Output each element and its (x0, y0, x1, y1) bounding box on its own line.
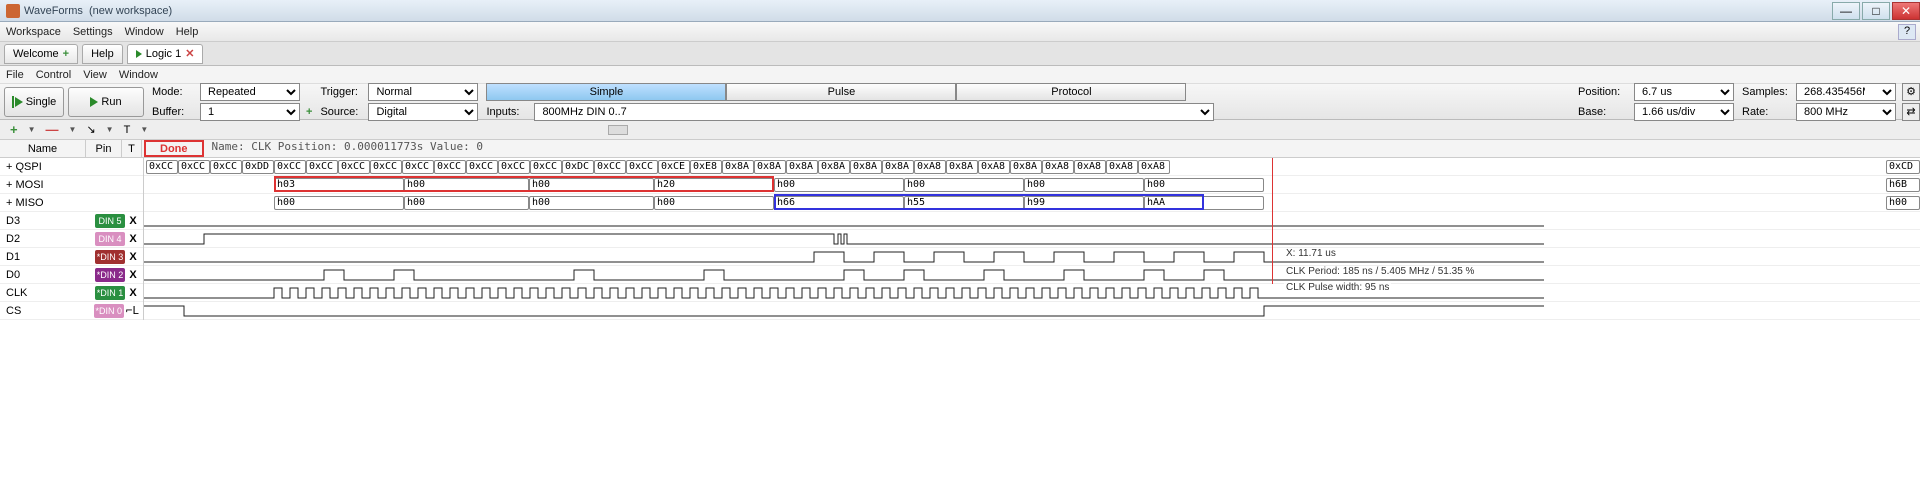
plus-icon: + (63, 48, 69, 60)
buffer-select[interactable]: 1 (200, 103, 300, 121)
menu-window[interactable]: Window (125, 26, 164, 38)
cursor-pulse-label: CLK Pulse width: 95 ns (1284, 282, 1391, 293)
base-label: Base: (1578, 106, 1630, 118)
samples-select[interactable]: 268.435456M (1796, 83, 1896, 101)
cursor-period-label: CLK Period: 185 ns / 5.405 MHz / 51.35 % (1284, 266, 1476, 277)
wave-d3 (144, 212, 1920, 230)
signal-labels: + QSPI + MOSI + MISO D3DIN 5X D2DIN 4X D… (0, 158, 144, 320)
signal-toolbar: +▼ —▼ ↘▼ T▼ (0, 120, 1920, 140)
close-button[interactable]: ✕ (1892, 2, 1920, 20)
trigger-label: Trigger: (320, 86, 364, 98)
close-tab-icon[interactable]: ✕ (185, 47, 194, 60)
submenu-window[interactable]: Window (119, 69, 158, 81)
play-icon (136, 50, 142, 58)
wave-d2 (144, 230, 1920, 248)
logic-menubar: File Control View Window (0, 66, 1920, 84)
add-signal-button[interactable]: + (10, 122, 18, 137)
submenu-view[interactable]: View (83, 69, 107, 81)
minimize-button[interactable]: — (1832, 2, 1860, 20)
mode-select[interactable]: Repeated (200, 83, 300, 101)
menu-workspace[interactable]: Workspace (6, 26, 61, 38)
bus-row-mosi: h03h00h00h20h00h00h00h00h6B (144, 176, 1920, 194)
segment-simple[interactable]: Simple (486, 83, 726, 101)
trigger-mode-segments: Simple Pulse Protocol (486, 83, 1214, 101)
mode-label: Mode: (152, 86, 196, 98)
source-label: Source: (320, 106, 364, 118)
rate-select[interactable]: 800 MHz (1796, 103, 1896, 121)
signal-tool-t[interactable]: T (124, 124, 131, 136)
header-t: T (122, 140, 142, 157)
buffer-label: Buffer: (152, 106, 196, 118)
signal-cs[interactable]: CS*DIN 0⌐L (0, 302, 143, 320)
signal-qspi[interactable]: + QSPI (0, 158, 143, 176)
cursor-x[interactable] (1272, 158, 1273, 284)
remove-signal-button[interactable]: — (46, 122, 59, 137)
position-select[interactable]: 6.7 us (1634, 83, 1734, 101)
window-title: WaveForms (new workspace) (24, 5, 172, 17)
run-button[interactable]: Run (68, 87, 144, 117)
maximize-button[interactable]: □ (1862, 2, 1890, 20)
signal-clk[interactable]: CLK*DIN 1X (0, 284, 143, 302)
app-icon (6, 4, 20, 18)
tab-welcome[interactable]: Welcome+ (4, 44, 78, 64)
header-pin: Pin (86, 140, 122, 157)
signal-tool-a[interactable]: ↘ (86, 123, 95, 136)
signal-d2[interactable]: D2DIN 4X (0, 230, 143, 248)
signal-mosi[interactable]: + MOSI (0, 176, 143, 194)
rate-label: Rate: (1742, 106, 1792, 118)
rate-config-button[interactable]: ⇄ (1902, 103, 1920, 121)
samples-label: Samples: (1742, 86, 1792, 98)
add-buffer-icon[interactable]: + (306, 106, 312, 118)
main-menubar: Workspace Settings Window Help ? (0, 22, 1920, 42)
menu-settings[interactable]: Settings (73, 26, 113, 38)
wave-d1 (144, 248, 1920, 266)
title-bar: WaveForms (new workspace) — □ ✕ (0, 0, 1920, 22)
single-button[interactable]: Single (4, 87, 64, 117)
segment-protocol[interactable]: Protocol (956, 83, 1186, 101)
waveform-canvas[interactable]: 0xCC0xCC0xCC0xDD0xCC0xCC0xCC0xCC0xCC0xCC… (144, 158, 1920, 320)
status-done-badge: Done (144, 140, 204, 157)
document-tabs: Welcome+ Help Logic 1 ✕ (0, 42, 1920, 66)
cursor-x-label: X: 11.71 us (1284, 248, 1338, 259)
zoom-handle[interactable] (608, 125, 628, 135)
source-select[interactable]: Digital (368, 103, 478, 121)
signal-miso[interactable]: + MISO (0, 194, 143, 212)
header-name: Name (0, 140, 86, 157)
signal-columns-header: Name Pin T Done Name: CLK Position: 0.00… (0, 140, 1920, 158)
acquisition-toolbar: Single Run Mode: Repeated Buffer: 1 + Trigg… (0, 84, 1920, 120)
submenu-control[interactable]: Control (36, 69, 71, 81)
signal-d1[interactable]: D1*DIN 3X (0, 248, 143, 266)
samples-config-button[interactable]: ⚙ (1902, 83, 1920, 101)
inputs-select[interactable]: 800MHz DIN 0..7 (534, 103, 1214, 121)
bus-row-miso: h00h00h00h00h66h55h99hAAh00 (144, 194, 1920, 212)
bus-row-qspi: 0xCC0xCC0xCC0xDD0xCC0xCC0xCC0xCC0xCC0xCC… (144, 158, 1920, 176)
segment-pulse[interactable]: Pulse (726, 83, 956, 101)
tab-help[interactable]: Help (82, 44, 123, 64)
status-info-text: Name: CLK Position: 0.000011773s Value: … (206, 140, 484, 157)
signal-d3[interactable]: D3DIN 5X (0, 212, 143, 230)
help-icon[interactable]: ? (1898, 24, 1916, 40)
menu-help[interactable]: Help (176, 26, 199, 38)
position-label: Position: (1578, 86, 1630, 98)
signals-area: + QSPI + MOSI + MISO D3DIN 5X D2DIN 4X D… (0, 158, 1920, 320)
wave-d0 (144, 266, 1920, 284)
submenu-file[interactable]: File (6, 69, 24, 81)
wave-cs (144, 302, 1920, 320)
base-select[interactable]: 1.66 us/div (1634, 103, 1734, 121)
wave-clk (144, 284, 1920, 302)
tab-logic[interactable]: Logic 1 ✕ (127, 44, 204, 64)
trigger-select[interactable]: Normal (368, 83, 478, 101)
inputs-label: Inputs: (486, 106, 530, 118)
signal-d0[interactable]: D0*DIN 2X (0, 266, 143, 284)
